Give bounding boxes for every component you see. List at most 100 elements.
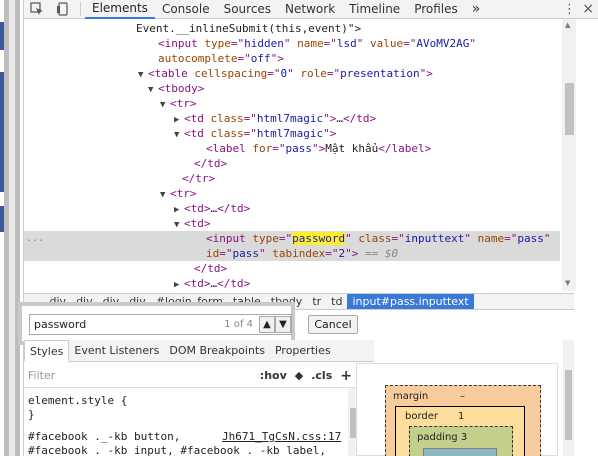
dom-token: role xyxy=(300,67,327,80)
element-style-rule[interactable]: element.style { xyxy=(28,394,127,407)
hover-state-button[interactable]: :hov xyxy=(260,369,287,382)
expand-triangle-icon[interactable]: ▼ xyxy=(148,83,158,98)
dom-token: " xyxy=(287,67,301,80)
device-mode-icon[interactable] xyxy=(50,0,76,19)
dom-token: </td> xyxy=(217,277,251,290)
collapse-triangle-icon[interactable]: ▶ xyxy=(174,278,184,291)
dom-token: html7magic xyxy=(256,112,324,125)
css-rule-selector[interactable]: #facebook ._-kb input, #facebook ._-kb l… xyxy=(28,444,326,456)
dom-token: =" xyxy=(267,67,281,80)
add-rule-button[interactable]: + xyxy=(340,368,352,384)
dom-token: " xyxy=(259,247,273,260)
dom-token: <tr> xyxy=(170,187,197,200)
box-model-scrollbar[interactable] xyxy=(563,340,574,456)
dom-scrollbar[interactable]: ▲ ▼ xyxy=(562,19,576,291)
dom-token: "> xyxy=(419,67,433,80)
dom-token: "> xyxy=(311,142,326,155)
tab-elements[interactable]: Elements xyxy=(85,0,155,19)
dom-token: <label xyxy=(206,142,253,155)
dom-token: </tr> xyxy=(182,172,216,185)
dom-token: <tbody> xyxy=(158,82,205,95)
dom-token: == $0 xyxy=(358,247,399,260)
dom-token: =" xyxy=(391,232,405,245)
scroll-down-icon[interactable]: ▼ xyxy=(565,279,570,287)
chevron-down-icon[interactable]: ▼ xyxy=(275,316,291,333)
more-options-icon[interactable]: ⋮ xyxy=(563,2,576,17)
dom-token: =" xyxy=(219,247,233,260)
scroll-up-icon[interactable]: ▲ xyxy=(565,21,570,29)
dom-token: type xyxy=(252,232,279,245)
tab-styles[interactable]: Styles xyxy=(24,339,70,362)
breadcrumb-item[interactable]: tr xyxy=(307,295,326,308)
tab-network[interactable]: Network xyxy=(278,0,342,19)
dom-token: pass xyxy=(285,142,312,155)
inspect-element-icon[interactable] xyxy=(24,0,50,19)
tab-event-listeners[interactable]: Event Listeners xyxy=(69,340,164,362)
dom-token: "> xyxy=(323,112,337,125)
css-rule-selector[interactable]: #facebook ._-kb button, xyxy=(28,430,180,443)
tab-properties[interactable]: Properties xyxy=(270,340,336,362)
dom-token: =" xyxy=(504,232,518,245)
toolbar-divider xyxy=(80,2,81,16)
dom-node-line[interactable]: ... <input type="password" class="inputte… xyxy=(24,231,560,246)
filter-input[interactable]: Filter xyxy=(24,369,260,382)
dom-node-line[interactable]: id="pass" tabindex="2"> == $0 xyxy=(24,246,560,261)
styles-filter-row: Filter :hov ◆ .cls + xyxy=(24,364,360,388)
expand-triangle-icon[interactable]: ▼ xyxy=(138,68,148,83)
dom-token: =" xyxy=(278,232,293,245)
tab-dom-breakpoints[interactable]: DOM Breakpoints xyxy=(164,340,270,362)
dom-token: " xyxy=(469,37,476,50)
tab-console[interactable]: Console xyxy=(155,0,217,19)
scroll-thumb[interactable] xyxy=(565,370,572,440)
border-value: 1 xyxy=(458,411,465,422)
search-input[interactable]: password xyxy=(30,318,224,331)
margin-value: – xyxy=(460,391,465,402)
expand-triangle-icon[interactable]: ▼ xyxy=(174,128,184,143)
scroll-thumb[interactable] xyxy=(565,83,574,135)
dom-token: <td> xyxy=(184,217,211,230)
dom-token: <input xyxy=(206,232,253,245)
css-source-link[interactable]: Jh671_TgCsN.css:17 xyxy=(222,430,341,443)
color-format-icon[interactable]: ◆ xyxy=(295,369,303,382)
class-toggle-button[interactable]: .cls xyxy=(311,369,332,382)
tab-profiles[interactable]: Profiles xyxy=(407,0,465,19)
rule-close-brace: } xyxy=(28,408,35,421)
edge-accent xyxy=(0,206,4,232)
dom-token: </td> xyxy=(194,262,228,275)
dom-token: <td xyxy=(184,127,211,140)
dom-token: type xyxy=(204,37,231,50)
dom-token: pass xyxy=(232,247,260,260)
dom-token: presentation xyxy=(340,67,420,80)
dom-token: cellspacing xyxy=(194,67,268,80)
expand-triangle-icon[interactable]: ▼ xyxy=(160,98,170,113)
dom-token: inputtext xyxy=(404,232,465,245)
dom-token: for xyxy=(252,142,273,155)
padding-label: padding 3 xyxy=(417,432,468,443)
devtools-window: { "toolbar": { "tabs": [ {"label": "Elem… xyxy=(0,0,598,456)
tab-timeline[interactable]: Timeline xyxy=(342,0,407,19)
dom-token: </td> xyxy=(342,112,377,125)
devtools-toolbar: Elements Console Sources Network Timelin… xyxy=(24,0,598,19)
left-edge-inner xyxy=(9,0,15,456)
breadcrumb-item[interactable]: td xyxy=(326,295,347,308)
cancel-button[interactable]: Cancel xyxy=(308,315,358,334)
dom-token: =" xyxy=(230,37,245,50)
more-tabs-icon[interactable]: » xyxy=(465,0,488,19)
expand-triangle-icon[interactable]: ▼ xyxy=(160,188,170,203)
dom-token: "> xyxy=(323,127,337,140)
dom-token: … xyxy=(336,112,343,125)
search-match-count: 1 of 4 xyxy=(224,319,253,330)
dom-token: </label> xyxy=(378,142,432,155)
dom-node-ellipsis-icon[interactable]: ... xyxy=(26,231,44,246)
dom-token: </td> xyxy=(194,157,228,170)
dom-token: =" xyxy=(326,67,341,80)
dom-token: </td> xyxy=(217,202,251,215)
breadcrumb-item[interactable]: input#pass.inputtext xyxy=(347,294,474,309)
dom-token: =" xyxy=(403,37,417,50)
tab-sources[interactable]: Sources xyxy=(217,0,278,19)
chevron-up-icon[interactable]: ▲ xyxy=(259,316,275,333)
dom-token: name xyxy=(477,232,505,245)
dom-token: "> xyxy=(345,247,359,260)
close-icon[interactable]: × xyxy=(582,1,594,17)
dom-token: <td> xyxy=(184,277,211,290)
